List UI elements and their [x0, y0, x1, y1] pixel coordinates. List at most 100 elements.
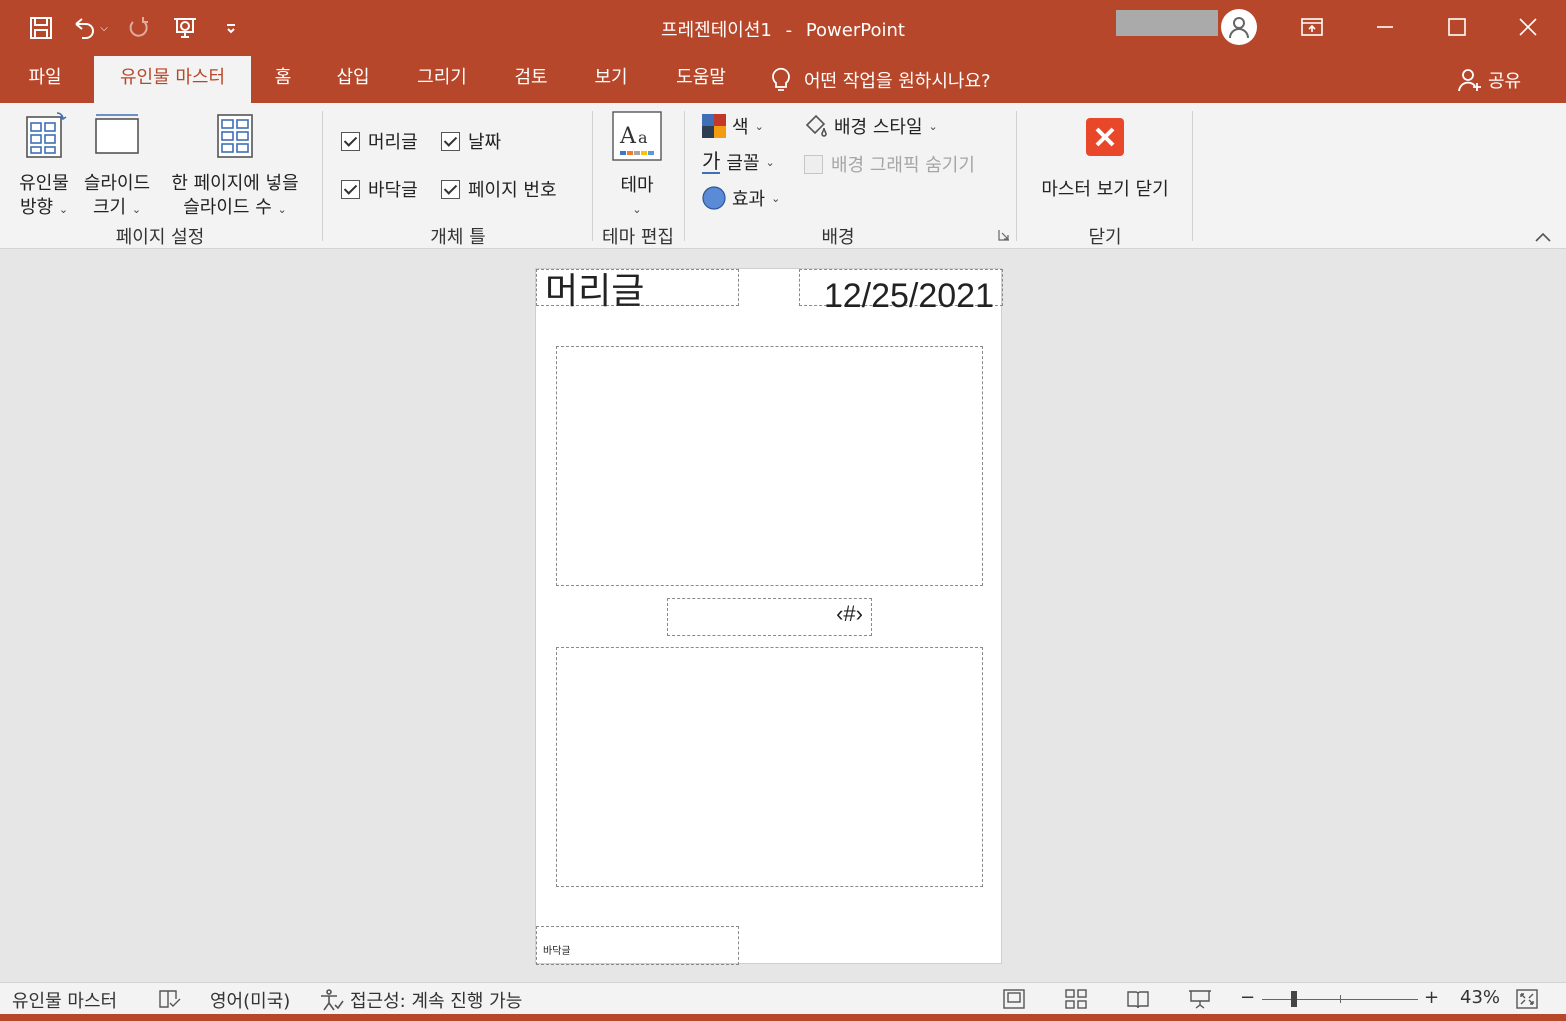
group-separator: [1016, 111, 1017, 241]
status-bar: 유인물 마스터 영어(미국) 접근성: 계속 진행 가능 − + 43%: [0, 982, 1566, 1014]
avatar[interactable]: [1221, 9, 1257, 45]
share-button[interactable]: 공유: [1458, 56, 1521, 103]
header-placeholder[interactable]: 머리글: [536, 269, 739, 311]
zoom-slider-thumb[interactable]: [1291, 991, 1297, 1007]
close-window-button[interactable]: [1505, 8, 1551, 46]
themes-button[interactable]: Aa 테마 ⌄: [604, 111, 670, 222]
slides-per-page-button[interactable]: 한 페이지에 넣을 슬라이드 수 ⌄: [160, 111, 310, 222]
page-number-placeholder[interactable]: ‹#›: [667, 598, 872, 636]
tab-review[interactable]: 검토: [500, 56, 562, 103]
close-icon: [1519, 18, 1537, 36]
tab-insert[interactable]: 삽입: [322, 56, 384, 103]
background-styles-label: 배경 스타일: [834, 117, 923, 138]
accessibility-status[interactable]: 접근성: 계속 진행 가능: [318, 987, 522, 1013]
zoom-in-button[interactable]: +: [1424, 987, 1439, 1008]
user-name-redacted[interactable]: [1116, 10, 1218, 36]
dialog-launcher-icon[interactable]: [998, 229, 1010, 241]
date-checkbox[interactable]: 날짜: [441, 128, 501, 154]
title-bar: ⌵ 프레젠테이션1 - PowerPoint: [0, 0, 1566, 56]
fit-to-window-button[interactable]: [1516, 989, 1538, 1009]
tell-me-text: 어떤 작업을 원하시나요?: [804, 70, 991, 92]
colors-button[interactable]: 색 ⌄: [702, 113, 764, 139]
close-master-view-label: 마스터 보기 닫기: [1041, 179, 1169, 200]
customize-qat-button[interactable]: [210, 10, 252, 46]
chevron-down-icon: ⌄: [277, 203, 287, 216]
footer-placeholder-text: 바닥글: [543, 946, 571, 957]
close-master-view-button[interactable]: 마스터 보기 닫기: [1030, 117, 1180, 202]
background-styles-button[interactable]: 배경 스타일 ⌄: [804, 113, 938, 139]
header-checkbox-label: 머리글: [368, 132, 418, 153]
hide-background-graphics-label: 배경 그래픽 숨기기: [831, 155, 975, 176]
tab-home[interactable]: 홈: [260, 56, 306, 103]
spelling-status-button[interactable]: [158, 989, 182, 1009]
undo-button[interactable]: ⌵: [66, 10, 114, 46]
slide-sorter-button[interactable]: [1064, 989, 1088, 1009]
ribbon-display-options-button[interactable]: [1289, 8, 1335, 46]
chevron-down-icon: ⌄: [632, 203, 642, 216]
tab-file[interactable]: 파일: [14, 56, 76, 103]
save-button[interactable]: [20, 10, 62, 46]
reading-view-button[interactable]: [1126, 989, 1150, 1009]
tab-help[interactable]: 도움말: [660, 56, 742, 103]
lightbulb-icon: [772, 67, 790, 91]
slide-size-button[interactable]: 슬라이드 크기 ⌄: [78, 111, 156, 222]
document-title: 프레젠테이션1: [661, 20, 772, 41]
themes-icon: Aa: [612, 111, 662, 161]
colors-label: 색: [732, 117, 749, 138]
slide-thumbnail-2[interactable]: [556, 647, 983, 887]
svg-text:A: A: [619, 124, 637, 149]
handout-orientation-button[interactable]: 유인물 방향 ⌄: [12, 111, 76, 222]
slides-per-page-icon: [217, 114, 253, 158]
checkbox-checked[interactable]: [341, 131, 360, 151]
slide-size-label1: 슬라이드: [83, 173, 151, 194]
ribbon-options-icon: [1301, 18, 1323, 36]
page-number-checkbox-label: 페이지 번호: [468, 180, 557, 201]
collapse-ribbon-icon[interactable]: [1534, 231, 1552, 243]
date-placeholder[interactable]: 12/25/2021: [799, 269, 1003, 315]
themes-label: 테마: [620, 175, 654, 196]
slide-sorter-icon: [1065, 989, 1087, 1009]
start-from-beginning-button[interactable]: [164, 10, 206, 46]
date-checkbox-label: 날짜: [468, 132, 502, 153]
effects-button[interactable]: 효과 ⌄: [702, 185, 780, 211]
language-status[interactable]: 영어(미국): [210, 987, 290, 1013]
footer-placeholder[interactable]: 바닥글: [536, 926, 739, 965]
checkbox-unchecked[interactable]: [804, 154, 823, 174]
zoom-level[interactable]: 43%: [1460, 987, 1500, 1008]
tell-me-search[interactable]: 어떤 작업을 원하시나요?: [770, 56, 991, 103]
zoom-out-button[interactable]: −: [1240, 987, 1255, 1008]
normal-view-button[interactable]: [1002, 989, 1026, 1009]
date-placeholder-text: 12/25/2021: [823, 277, 994, 315]
checkbox-checked[interactable]: [341, 179, 360, 199]
window-bottom-edge: [0, 1014, 1566, 1021]
fonts-button[interactable]: 가 글꼴 ⌄: [702, 149, 775, 175]
handout-orientation-icon: [26, 112, 67, 158]
effects-label: 효과: [732, 189, 766, 210]
header-checkbox[interactable]: 머리글: [341, 128, 418, 154]
group-label-edit-theme: 테마 편집: [602, 227, 674, 248]
slide-size-icon: [95, 114, 139, 154]
save-icon: [30, 17, 52, 39]
tab-draw[interactable]: 그리기: [404, 56, 480, 103]
checkbox-checked[interactable]: [441, 131, 460, 151]
minimize-button[interactable]: [1362, 8, 1408, 46]
maximize-button[interactable]: [1434, 8, 1480, 46]
tab-handout-master[interactable]: 유인물 마스터: [94, 56, 251, 103]
chevron-down-icon: ⌄: [928, 119, 938, 133]
reading-view-icon: [1127, 991, 1149, 1009]
effects-icon: [702, 186, 726, 210]
slide-thumbnail-1[interactable]: [556, 346, 983, 586]
footer-checkbox[interactable]: 바닥글: [341, 176, 418, 202]
page-number-checkbox[interactable]: 페이지 번호: [441, 176, 557, 202]
slide-show-icon: [1189, 990, 1211, 1009]
share-person-icon: [1458, 68, 1481, 91]
handout-page[interactable]: 머리글 12/25/2021 ‹#› 바닥글: [535, 268, 1003, 965]
status-view-name: 유인물 마스터: [12, 991, 118, 1012]
redo-button[interactable]: [118, 10, 160, 46]
quick-access-toolbar: ⌵: [20, 10, 252, 46]
slides-per-page-label2: 슬라이드 수 ⌄: [183, 197, 287, 218]
hide-background-graphics-checkbox[interactable]: 배경 그래픽 숨기기: [804, 151, 975, 177]
checkbox-checked[interactable]: [441, 179, 460, 199]
slide-show-button[interactable]: [1188, 989, 1212, 1009]
tab-view[interactable]: 보기: [580, 56, 642, 103]
